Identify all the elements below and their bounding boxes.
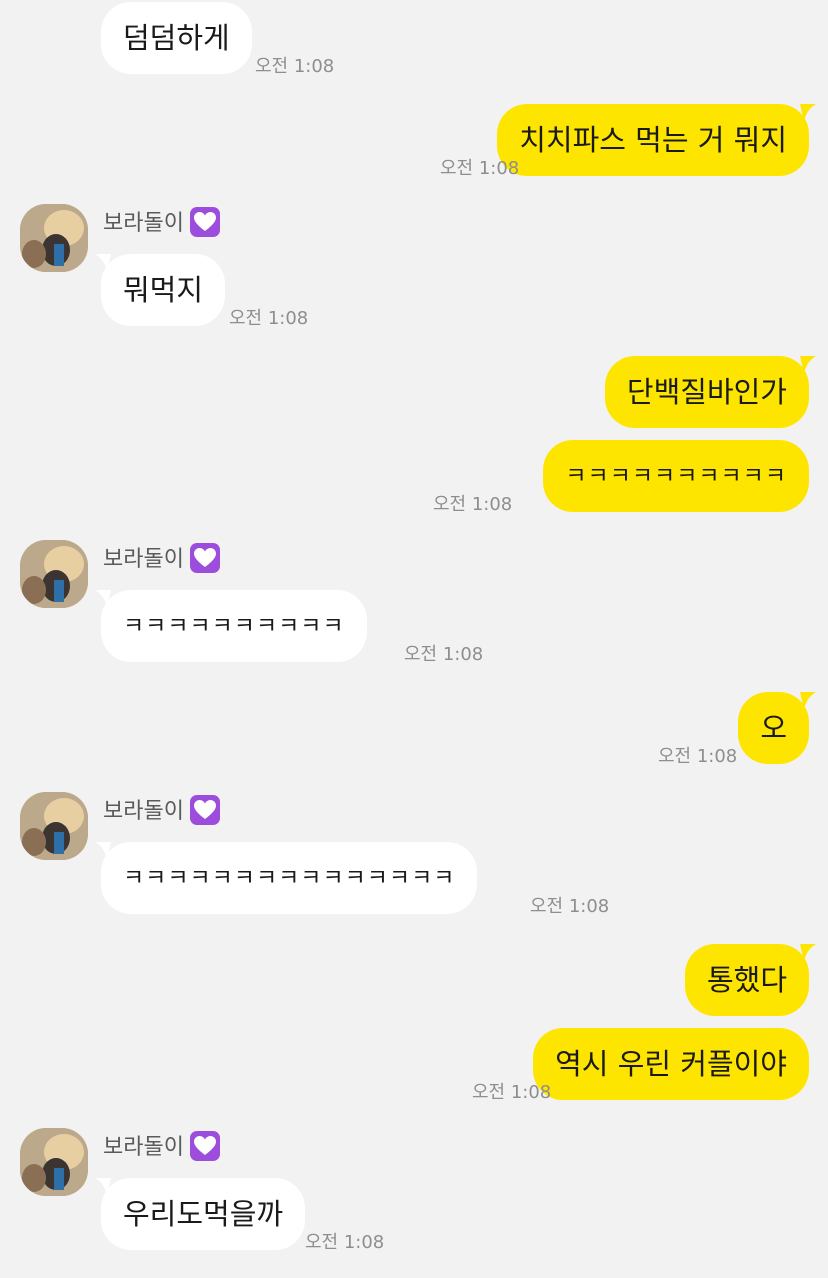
- avatar[interactable]: [20, 540, 88, 608]
- message-bubble-incoming[interactable]: ㅋㅋㅋㅋㅋㅋㅋㅋㅋㅋㅋㅋㅋㅋㅋ: [101, 842, 478, 914]
- message-bubble-outgoing[interactable]: 단백질바인가: [604, 356, 809, 428]
- purple-heart-icon: [189, 207, 220, 237]
- bubble-tail: [800, 692, 816, 710]
- message-bubble-outgoing[interactable]: 역시 우린 커플이야: [533, 1028, 809, 1100]
- sender-name: 보라돌이: [103, 543, 220, 577]
- avatar[interactable]: [20, 1128, 88, 1196]
- message-bubble-incoming[interactable]: 뭐먹지: [101, 254, 226, 326]
- bubble-tail: [800, 104, 816, 122]
- message-bubble-incoming[interactable]: 덤덤하게: [101, 2, 252, 74]
- sender-name: 보라돌이: [103, 1131, 220, 1165]
- purple-heart-icon: [189, 795, 220, 825]
- message-time: 오전 1:08: [305, 1232, 385, 1253]
- bubble-tail: [800, 356, 816, 374]
- avatar[interactable]: [20, 204, 88, 272]
- bubble-tail: [800, 944, 816, 962]
- message-time: 오전 1:08: [530, 896, 610, 917]
- message-time: 오전 1:08: [229, 308, 309, 329]
- message-bubble-outgoing[interactable]: 치치파스 먹는 거 뭐지: [497, 104, 809, 176]
- message-bubble-incoming[interactable]: ㅋㅋㅋㅋㅋㅋㅋㅋㅋㅋ: [101, 590, 367, 662]
- message-bubble-outgoing[interactable]: 통했다: [684, 944, 809, 1016]
- message-time: 오전 1:08: [472, 1082, 552, 1103]
- sender-name: 보라돌이: [103, 795, 220, 829]
- message-time: 오전 1:08: [440, 158, 520, 179]
- sender-name: 보라돌이: [103, 207, 220, 241]
- avatar[interactable]: [20, 792, 88, 860]
- message-time: 오전 1:08: [255, 56, 335, 77]
- message-bubble-outgoing[interactable]: ㅋㅋㅋㅋㅋㅋㅋㅋㅋㅋ: [543, 440, 809, 512]
- purple-heart-icon: [189, 1131, 220, 1161]
- message-bubble-outgoing[interactable]: 오: [738, 692, 809, 764]
- message-time: 오전 1:08: [433, 494, 513, 515]
- message-bubble-incoming[interactable]: 우리도먹을까: [101, 1178, 306, 1250]
- message-time: 오전 1:08: [658, 746, 738, 767]
- message-time: 오전 1:08: [404, 644, 484, 665]
- purple-heart-icon: [189, 543, 220, 573]
